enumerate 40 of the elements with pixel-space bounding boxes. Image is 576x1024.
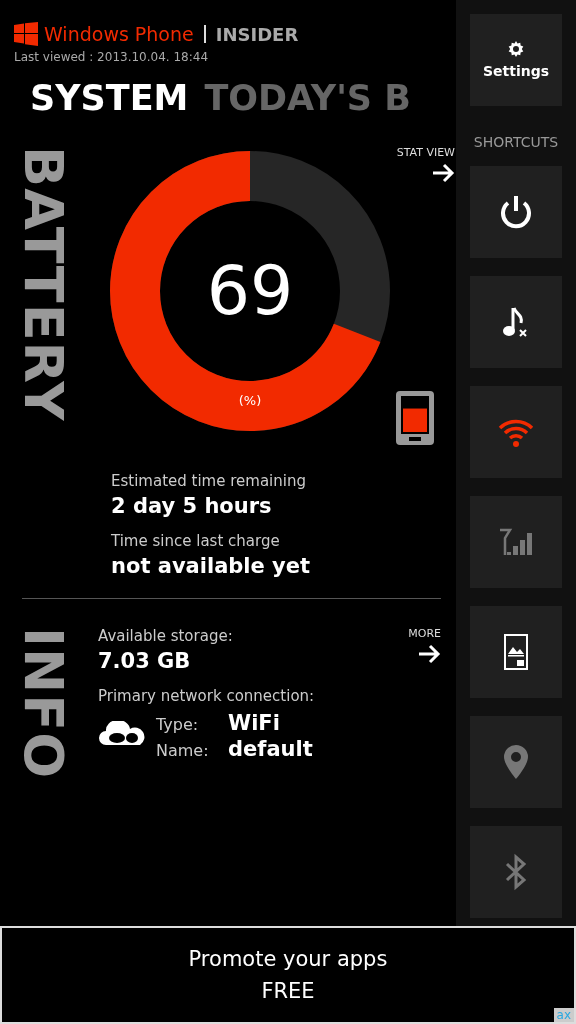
settings-button[interactable]: Settings [470, 14, 562, 106]
stat-view-link[interactable]: STAT VIEW [396, 146, 455, 159]
storage-label: Available storage: [98, 627, 233, 645]
settings-icon [508, 41, 524, 57]
shortcut-tile[interactable] [470, 826, 562, 918]
arrow-right-icon [417, 644, 441, 664]
arrow-right-icon [431, 163, 455, 183]
ad-banner[interactable]: Promote your apps FREE ax [0, 926, 576, 1024]
network-label: Primary network connection: [98, 687, 316, 705]
network-field-label: Type: [156, 715, 200, 734]
shortcut-tile[interactable] [470, 276, 562, 368]
product-name: INSIDER [215, 23, 299, 45]
section-heading: INFO [20, 627, 66, 780]
ad-text: Promote your apps [188, 946, 388, 973]
network-field-label: Name: [156, 741, 210, 760]
stat-label: Estimated time remaining [111, 472, 307, 490]
ad-text: FREE [261, 978, 315, 1005]
pivot-tab[interactable]: TODAY'S B [204, 78, 411, 118]
last-viewed-text: Last viewed : 2013.10.04. 18:44 [14, 50, 210, 64]
shortcut-tile[interactable] [470, 606, 562, 698]
ad-badge: ax [553, 1008, 574, 1022]
network-field-value: WiFi [228, 711, 281, 735]
percent-unit: (%) [237, 393, 263, 408]
shortcut-tile[interactable] [470, 496, 562, 588]
pivot-tab[interactable]: SYSTEM [30, 78, 189, 118]
network-field-value: default [228, 737, 313, 761]
shortcut-tile[interactable] [470, 166, 562, 258]
storage-value: 7.03 GB [98, 649, 192, 673]
shortcuts-heading: SHORTCUTS [473, 134, 559, 150]
brand-name: Windows Phone [44, 23, 194, 45]
more-link[interactable]: MORE [408, 627, 441, 640]
shortcut-tile[interactable] [470, 386, 562, 478]
phone-battery-icon [395, 390, 435, 446]
stat-value: 2 day 5 hours [111, 494, 273, 518]
section-heading: BATTERY [20, 146, 66, 424]
windows-logo-icon [14, 22, 38, 46]
stat-label: Time since last charge [111, 532, 281, 550]
stat-value: not available yet [111, 554, 312, 578]
shortcut-tile[interactable] [470, 716, 562, 808]
battery-percent: 69 [205, 251, 295, 330]
